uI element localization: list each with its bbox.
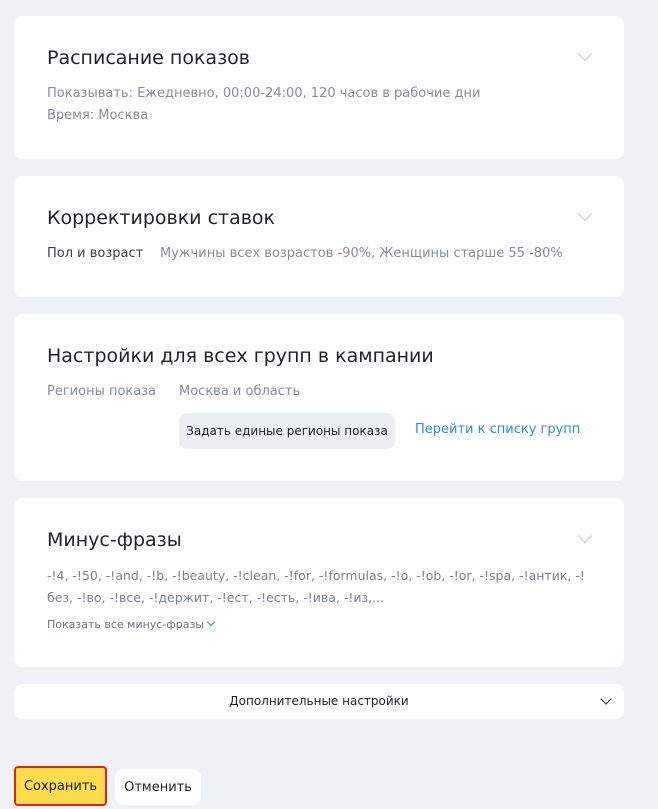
- additional-settings-label: Дополнительные настройки: [229, 694, 409, 708]
- group-settings-title: Настройки для всех групп в кампании: [47, 345, 434, 367]
- gender-age-label: Пол и возраст: [47, 246, 144, 261]
- chevron-down-icon: [206, 617, 216, 627]
- regions-value: Москва и область: [179, 384, 301, 399]
- chevron-down-icon[interactable]: [577, 528, 593, 544]
- minus-phrases-list: -!4, -!50, -!and, -!b, -!beauty, -!clean…: [47, 568, 585, 605]
- show-all-minus-phrases-link[interactable]: Показать все минус-фразы: [47, 617, 216, 631]
- save-button[interactable]: Сохранить: [14, 766, 107, 806]
- chevron-down-icon[interactable]: [577, 206, 593, 222]
- chevron-down-icon[interactable]: [577, 46, 593, 62]
- schedule-line-2: Время: Москва: [47, 108, 149, 123]
- regions-label: Регионы показа: [47, 384, 157, 399]
- schedule-line-1: Показывать: Ежедневно, 00:00-24:00, 120 …: [47, 86, 481, 101]
- schedule-card[interactable]: Расписание показов Показывать: Ежедневно…: [14, 16, 624, 159]
- cancel-button[interactable]: Отменить: [115, 769, 201, 805]
- additional-settings-toggle[interactable]: Дополнительные настройки: [14, 684, 624, 719]
- minus-phrases-title: Минус-фразы: [47, 529, 182, 551]
- gender-age-value: Мужчины всех возрастов -90%, Женщины ста…: [160, 246, 563, 261]
- group-settings-card: Настройки для всех групп в кампании Реги…: [14, 314, 624, 481]
- bid-adjustments-card[interactable]: Корректировки ставок Пол и возраст Мужчи…: [14, 176, 624, 297]
- minus-phrases-card[interactable]: Минус-фразы -!4, -!50, -!and, -!b, -!bea…: [14, 498, 624, 667]
- schedule-title: Расписание показов: [47, 47, 250, 69]
- go-to-groups-link[interactable]: Перейти к списку групп: [415, 422, 580, 437]
- bid-adjustments-title: Корректировки ставок: [47, 207, 276, 229]
- set-common-regions-button[interactable]: Задать единые регионы показа: [179, 413, 395, 449]
